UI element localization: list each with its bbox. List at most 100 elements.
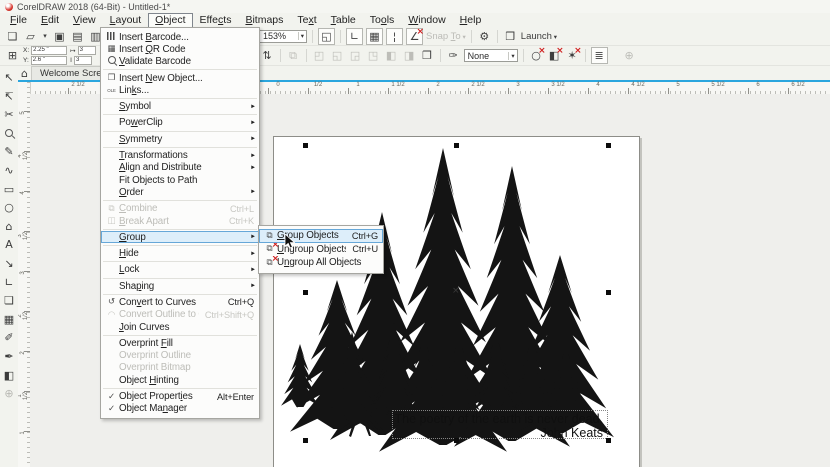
height-field[interactable]: 3: [74, 56, 92, 65]
open-icon[interactable]: ▱: [23, 29, 38, 44]
object-menu-item-object-manager[interactable]: ✓Object Manager: [101, 403, 259, 415]
menu-text[interactable]: Text: [290, 14, 323, 27]
selection-handle[interactable]: [303, 438, 308, 443]
outline-pen-icon[interactable]: ✑: [446, 48, 461, 63]
selection-handle[interactable]: [303, 290, 308, 295]
launch-dropdown[interactable]: Launch ▾: [521, 31, 557, 42]
menu-file[interactable]: File: [3, 14, 34, 27]
object-menu-item-validate-barcode[interactable]: Validate Barcode: [101, 56, 259, 68]
object-menu-item-join-curves[interactable]: Join Curves: [101, 321, 259, 333]
menu-bitmaps[interactable]: Bitmaps: [238, 14, 290, 27]
save-icon[interactable]: ▣: [52, 29, 67, 44]
submenu-item-ungroup-all-objects[interactable]: ⧉Ungroup All Objects: [259, 256, 383, 270]
object-menu-item-lock[interactable]: Lock►: [101, 264, 259, 276]
menu-effects[interactable]: Effects: [193, 14, 239, 27]
menu-edit[interactable]: Edit: [34, 14, 66, 27]
text-tool[interactable]: A: [1, 236, 17, 255]
launch-icon[interactable]: ❒: [503, 29, 518, 44]
height-icon: I: [70, 57, 72, 64]
rectangle-tool[interactable]: ▭: [1, 181, 17, 200]
selection-handle[interactable]: [454, 438, 459, 443]
mirror-vertical-icon[interactable]: ⇅: [260, 48, 275, 63]
home-icon[interactable]: ⌂: [21, 67, 28, 80]
dimension-tool[interactable]: ↘: [1, 255, 17, 274]
interactive-fill-tool[interactable]: ◧: [1, 367, 17, 386]
object-menu-item-powerclip[interactable]: PowerClip►: [101, 117, 259, 129]
menu-view[interactable]: View: [66, 14, 103, 27]
menu-table[interactable]: Table: [324, 14, 363, 27]
object-menu-item-links[interactable]: OLELinks...: [101, 84, 259, 96]
x-position-field[interactable]: 2.25 ": [31, 46, 67, 55]
remove-effects-icon[interactable]: ✶: [565, 48, 580, 63]
dropdown-arrow-icon[interactable]: ▾: [508, 52, 516, 60]
zoom-tool[interactable]: [1, 125, 17, 144]
remove-fill-icon[interactable]: ◧: [547, 48, 562, 63]
selection-handle[interactable]: [606, 438, 611, 443]
submenu-item-group-objects[interactable]: ⧉Group ObjectsCtrl+G: [259, 229, 383, 243]
object-menu-item-symbol[interactable]: Symbol►: [101, 100, 259, 112]
selection-handle[interactable]: [606, 143, 611, 148]
object-menu-item-symmetry[interactable]: Symmetry►: [101, 133, 259, 145]
ellipse-tool[interactable]: ○: [1, 199, 17, 218]
show-guidelines-icon[interactable]: ¦: [386, 28, 403, 45]
outline-pen-tool[interactable]: ✒: [1, 348, 17, 367]
snap-toggle-icon[interactable]: ∠: [406, 28, 423, 45]
object-menu-item-hide[interactable]: Hide►: [101, 247, 259, 259]
connector-tool[interactable]: ∟: [1, 274, 17, 293]
y-position-field[interactable]: 2.6 ": [31, 56, 67, 65]
object-menu-item-align-and-distribute[interactable]: Align and Distribute►: [101, 162, 259, 174]
menu-item-label: Overprint Outline: [119, 350, 256, 361]
drop-shadow-tool[interactable]: ❏: [1, 292, 17, 311]
create-boundary-icon[interactable]: ❐: [420, 48, 435, 63]
selection-handle[interactable]: [454, 143, 459, 148]
polygon-tool[interactable]: ⌂: [1, 218, 17, 237]
bezier-curve-tool[interactable]: ∿: [1, 162, 17, 181]
outline-width-combobox[interactable]: None▾: [464, 49, 518, 62]
menu-object[interactable]: Object: [148, 13, 192, 28]
menu-tools[interactable]: Tools: [363, 14, 402, 27]
menu-layout[interactable]: Layout: [103, 14, 149, 27]
menu-item-label: Object Properties: [119, 391, 211, 402]
print-icon[interactable]: ▤: [70, 29, 85, 44]
object-menu-item-overprint-fill[interactable]: Overprint Fill: [101, 337, 259, 349]
object-menu-item-object-hinting[interactable]: Object Hinting: [101, 374, 259, 386]
quote-text-frame[interactable]: The poetry of the earth is never dead. J…: [392, 410, 608, 439]
selection-handle[interactable]: [303, 143, 308, 148]
freehand-tool[interactable]: ✎: [1, 143, 17, 162]
add-tool-button[interactable]: ⊕: [1, 385, 17, 404]
menu-separator: [103, 229, 257, 230]
pick-tool[interactable]: ↖: [1, 69, 17, 88]
shortcut-label: Ctrl+Shift+Q: [205, 310, 254, 320]
h-ruler-label: 4 1/2: [631, 82, 644, 88]
object-menu-item-transformations[interactable]: Transformations►: [101, 149, 259, 161]
object-menu-item-insert-qr-code[interactable]: ▦Insert QR Code: [101, 43, 259, 55]
transparency-tool[interactable]: ▦: [1, 311, 17, 330]
shape-tool[interactable]: ↸: [1, 88, 17, 107]
options-gear-icon[interactable]: ⚙: [477, 29, 492, 44]
zoom-level-combobox[interactable]: 153%▾: [259, 30, 307, 43]
object-menu-item-group[interactable]: Group►: [101, 231, 259, 243]
width-field[interactable]: 3: [78, 46, 96, 55]
object-menu-item-insert-barcode[interactable]: Insert Barcode...: [101, 31, 259, 43]
object-menu-item-convert-to-curves[interactable]: ↺Convert to CurvesCtrl+Q: [101, 296, 259, 308]
show-rulers-icon[interactable]: ∟: [346, 28, 363, 45]
show-grid-icon[interactable]: ▦: [366, 28, 383, 45]
menu-help[interactable]: Help: [453, 14, 489, 27]
crop-tool[interactable]: ✂: [1, 106, 17, 125]
object-menu-item-fit-objects-to-path[interactable]: Fit Objects to Path: [101, 174, 259, 186]
toolbar-separator: [280, 49, 281, 62]
object-menu-item-order[interactable]: Order►: [101, 186, 259, 198]
submenu-item-ungroup-objects[interactable]: ⧉Ungroup ObjectsCtrl+U: [259, 243, 383, 257]
open-dropdown-icon[interactable]: ▾: [41, 29, 49, 44]
object-menu-item-object-properties[interactable]: ✓Object PropertiesAlt+Enter: [101, 390, 259, 402]
dropdown-arrow-icon[interactable]: ▾: [298, 32, 306, 40]
menu-window[interactable]: Window: [401, 14, 452, 27]
full-screen-preview-icon[interactable]: ◱: [318, 28, 335, 45]
remove-outline-icon[interactable]: ○: [529, 48, 544, 63]
wrap-paragraph-text-icon[interactable]: ≣: [591, 47, 608, 64]
object-menu-item-insert-new-object[interactable]: ❒Insert New Object...: [101, 72, 259, 84]
color-eyedropper-tool[interactable]: ✐: [1, 329, 17, 348]
new-document-icon[interactable]: ❏: [5, 29, 20, 44]
selection-handle[interactable]: [606, 290, 611, 295]
object-menu-item-shaping[interactable]: Shaping►: [101, 280, 259, 292]
